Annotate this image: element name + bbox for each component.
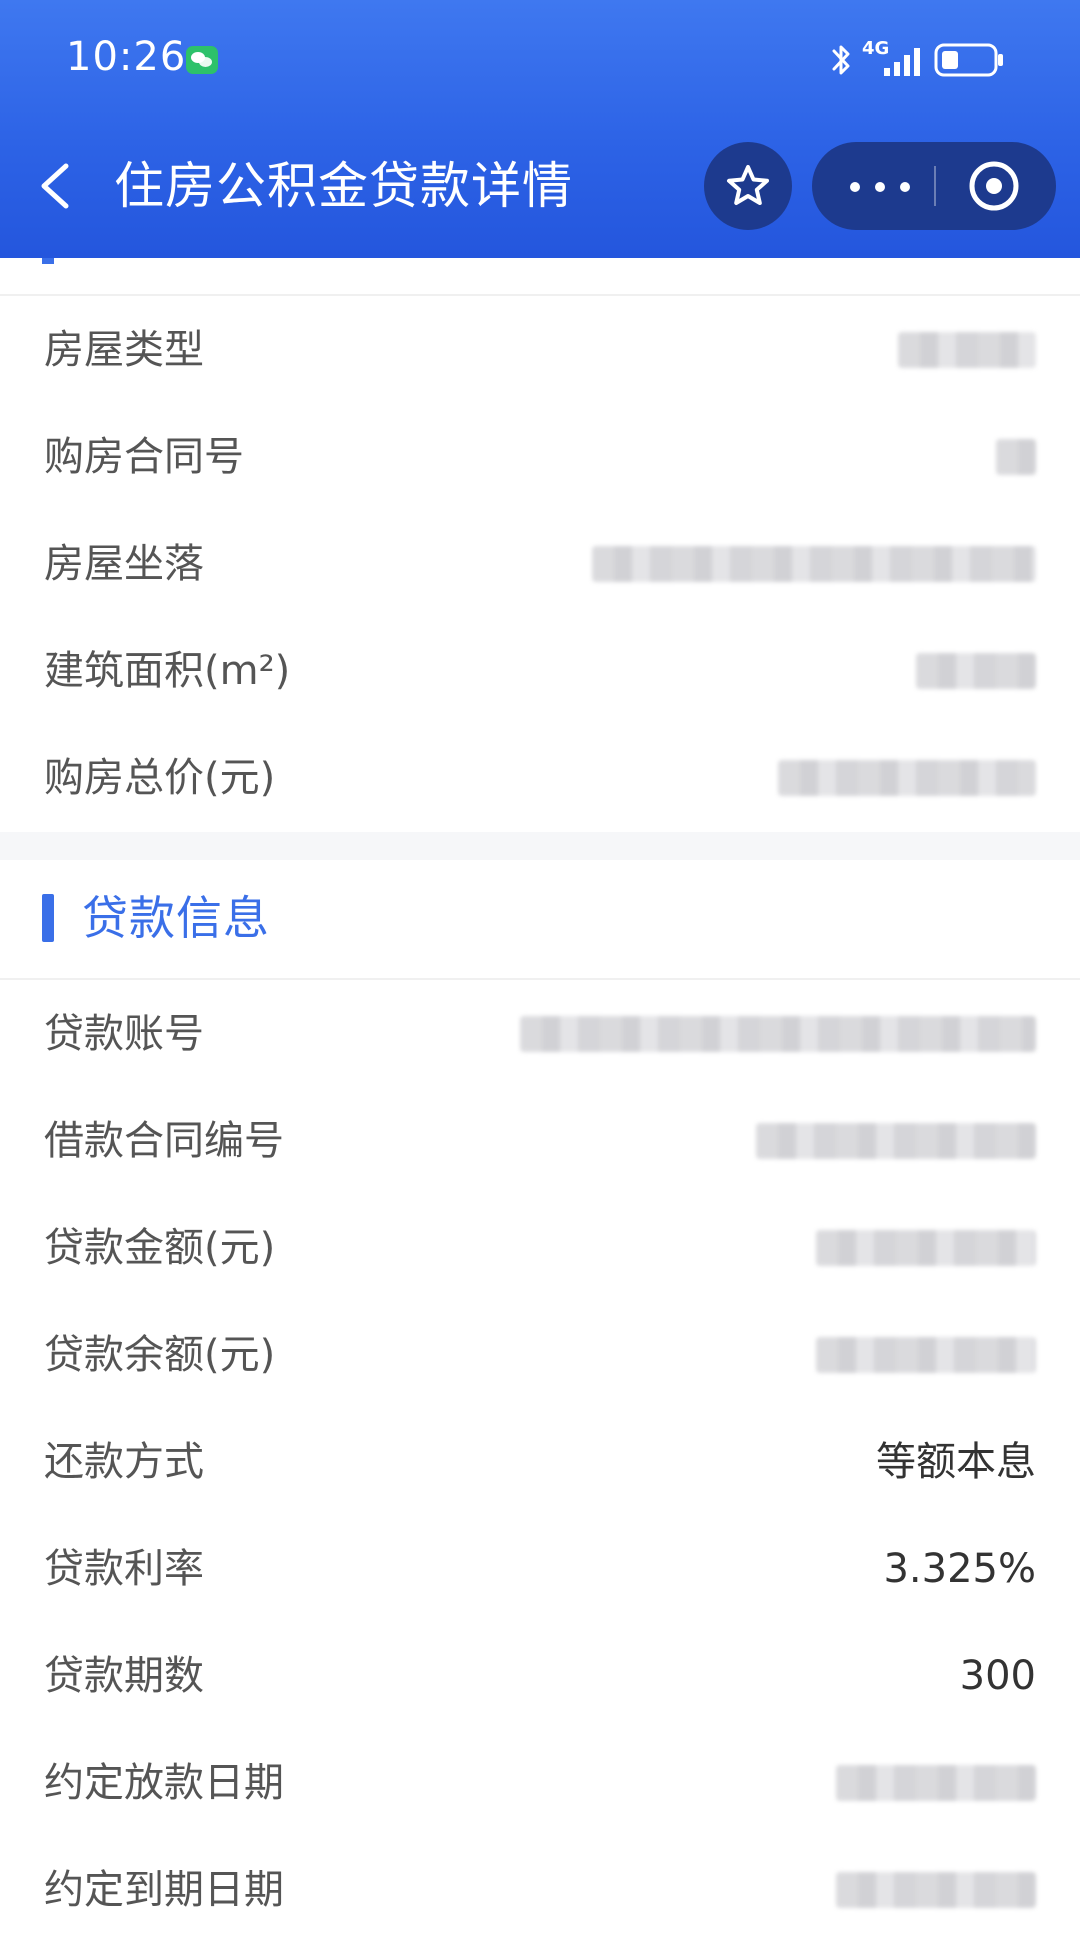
purchase-contract-label: 购房合同号	[44, 434, 244, 480]
battery-icon	[934, 43, 1003, 77]
loan-detail-content[interactable]: 房屋类型 购房合同号 房屋坐落 建筑面积(m²) 购房总价(元) 贷款信息 贷款…	[0, 258, 1080, 1933]
house-location-label: 房屋坐落	[44, 541, 204, 587]
repayment-method-value: 等额本息	[876, 1439, 1036, 1485]
building-area-label: 建筑面积(m²)	[44, 648, 291, 694]
loan-amount-label: 贷款金额(元)	[44, 1225, 276, 1271]
redacted-value	[996, 439, 1036, 475]
total-price-row: 购房总价(元)	[0, 724, 1080, 831]
bluetooth-icon	[832, 45, 850, 75]
loan-balance-label: 贷款余额(元)	[44, 1332, 276, 1378]
star-icon	[727, 165, 769, 205]
loan-account-label: 贷款账号	[44, 1011, 204, 1057]
back-button[interactable]	[28, 154, 88, 218]
disbursement-date-label: 约定放款日期	[44, 1760, 284, 1806]
section-gap	[0, 832, 1080, 860]
building-area-row: 建筑面积(m²)	[0, 617, 1080, 724]
redacted-value	[898, 332, 1036, 368]
navigation-bar: 住房公积金贷款详情	[0, 130, 1080, 242]
redacted-value	[916, 653, 1036, 689]
loan-contract-row: 借款合同编号	[0, 1087, 1080, 1194]
redacted-value	[816, 1230, 1036, 1266]
redacted-value	[592, 546, 1036, 582]
status-bar: 10:26 4G	[0, 0, 1080, 120]
page-title: 住房公积金贷款详情	[114, 157, 573, 215]
interest-rate-row: 贷款利率 3.325%	[0, 1515, 1080, 1622]
total-price-label: 购房总价(元)	[44, 755, 276, 801]
loan-balance-row: 贷款余额(元)	[0, 1301, 1080, 1408]
house-type-row: 房屋类型	[0, 296, 1080, 403]
repayment-method-label: 还款方式	[44, 1439, 204, 1485]
house-location-row: 房屋坐落	[0, 510, 1080, 617]
status-time: 10:26	[66, 34, 187, 80]
loan-terms-row: 贷款期数 300	[0, 1622, 1080, 1729]
mini-program-capsule	[812, 142, 1056, 230]
redacted-value	[836, 1872, 1036, 1908]
maturity-date-row: 约定到期日期	[0, 1836, 1080, 1943]
wechat-icon	[186, 46, 218, 74]
app-header: 10:26 4G 住房公积金贷款详情	[0, 0, 1080, 258]
loan-amount-row: 贷款金额(元)	[0, 1194, 1080, 1301]
target-icon	[969, 161, 1019, 211]
redacted-value	[520, 1016, 1036, 1052]
maturity-date-label: 约定到期日期	[44, 1867, 284, 1913]
redacted-value	[816, 1337, 1036, 1373]
redacted-value	[778, 760, 1036, 796]
signal-icon	[884, 48, 920, 76]
close-mini-program-button[interactable]	[936, 142, 1056, 230]
section-title-accent	[42, 894, 54, 942]
house-type-label: 房屋类型	[44, 327, 204, 373]
more-button[interactable]	[812, 142, 934, 230]
interest-rate-label: 贷款利率	[44, 1546, 204, 1592]
section-accent	[42, 258, 54, 264]
more-icon	[850, 182, 910, 192]
loan-terms-label: 贷款期数	[44, 1653, 204, 1699]
purchase-contract-row: 购房合同号	[0, 403, 1080, 510]
loan-account-row: 贷款账号	[0, 980, 1080, 1087]
loan-contract-label: 借款合同编号	[44, 1118, 284, 1164]
interest-rate-value: 3.325%	[883, 1546, 1036, 1592]
redacted-value	[756, 1123, 1036, 1159]
loan-info-section-title: 贷款信息	[82, 891, 270, 945]
favorite-button[interactable]	[704, 142, 792, 230]
redacted-value	[836, 1765, 1036, 1801]
back-arrow-icon	[41, 163, 69, 209]
disbursement-date-row: 约定放款日期	[0, 1729, 1080, 1836]
loan-terms-value: 300	[959, 1653, 1036, 1699]
repayment-method-row: 还款方式 等额本息	[0, 1408, 1080, 1515]
